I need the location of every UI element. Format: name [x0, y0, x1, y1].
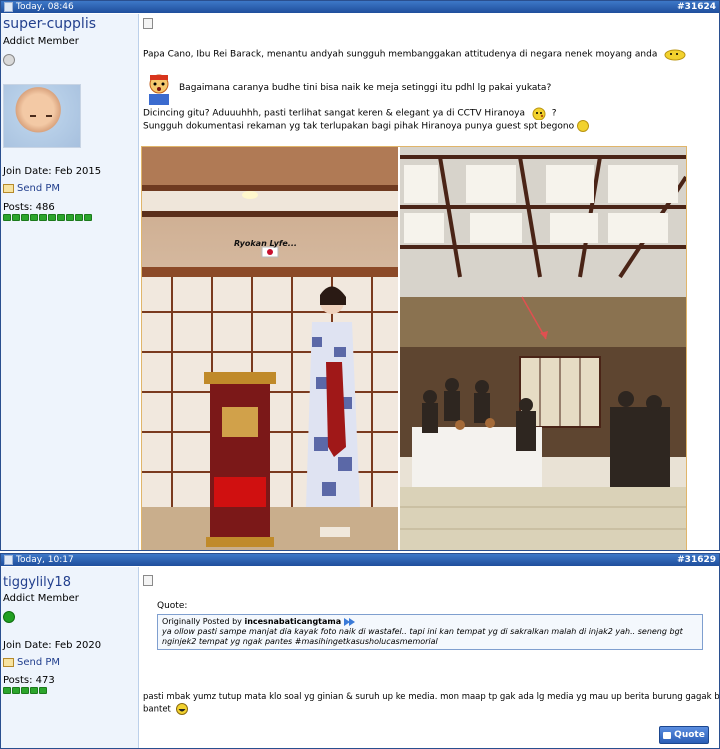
post-line-4: Sungguh dokumentasi rekaman yg tak terlu… [143, 120, 590, 133]
offline-status-icon [3, 54, 15, 66]
post-31624: Today, 08:46 #31624 super-cupplis Addict… [0, 0, 720, 551]
quote-prefix: Originally Posted by [162, 617, 242, 626]
avatar-eye [46, 115, 52, 117]
avatar[interactable] [3, 84, 81, 148]
quote-line-2: nginjek2 tempat yg ngak pantes #masihing… [162, 637, 438, 646]
post-body-line-2-text: bantet [143, 704, 171, 715]
join-date: Join Date: Feb 2020 [3, 640, 102, 651]
post-time-text: Today, 10:17 [16, 555, 74, 565]
user-title: Addict Member [3, 593, 79, 604]
quote-attribution: Originally Posted by incesnabaticangtama [162, 617, 355, 626]
post-icon [143, 18, 153, 29]
pm-icon [3, 184, 14, 193]
post-time: Today, 10:17 [4, 554, 74, 566]
photo-caption: Ryokan Lyfe... [234, 239, 297, 248]
pm-icon [3, 658, 14, 667]
reputation-bar [3, 214, 92, 221]
post-header: Today, 10:17 #31629 [1, 554, 719, 566]
smiley-icon [577, 120, 590, 132]
online-status-icon [3, 611, 15, 623]
send-pm-link[interactable]: Send PM [3, 183, 60, 194]
post-body-line-2: bantet [143, 703, 190, 716]
post-header: Today, 08:46 #31624 [1, 1, 719, 13]
view-post-arrow-icon[interactable] [343, 617, 355, 626]
post-number-link[interactable]: #31629 [677, 554, 716, 566]
quote-author: incesnabaticangtama [244, 617, 342, 626]
username-link[interactable]: tiggylily18 [3, 575, 71, 590]
quote-line-1: ya ollow pasti sampe manjat dia kayak fo… [162, 627, 683, 636]
photo-right-dining-room [400, 147, 686, 550]
smiley-thinking-icon [664, 49, 686, 61]
user-title: Addict Member [3, 36, 79, 47]
post-count: Posts: 486 [3, 202, 55, 213]
post-icon [4, 2, 13, 12]
post-line-1: Papa Cano, Ibu Rei Barack, menantu andya… [143, 47, 687, 61]
photo-collage[interactable]: Ryokan Lyfe... [141, 146, 687, 550]
post-line-2: Bagaimana caranya budhe tini bisa naik k… [179, 83, 552, 93]
avatar-eye [30, 115, 36, 117]
smiley-whistle-icon [532, 107, 546, 121]
quote-button[interactable]: Quote [659, 726, 709, 744]
post-time-text: Today, 08:46 [16, 2, 74, 12]
post-content: Quote: Originally Posted by incesnabatic… [139, 567, 719, 748]
user-sidebar: super-cupplis Addict Member Join Date: F… [1, 14, 139, 550]
quote-icon [663, 731, 672, 739]
post-number-link[interactable]: #31624 [677, 1, 716, 13]
smiley-laugh-icon [175, 703, 188, 715]
reputation-bar [3, 687, 47, 694]
quote-box: Originally Posted by incesnabaticangtama… [157, 614, 703, 650]
post-line-3: Dicincing gitu? Aduuuhhh, pasti terlihat… [143, 106, 557, 121]
quote-label: Quote: [157, 601, 188, 611]
post-time: Today, 08:46 [4, 1, 74, 13]
username-link[interactable]: super-cupplis [3, 16, 96, 32]
photo-left-yukata [142, 147, 398, 550]
post-31629: Today, 10:17 #31629 tiggylily18 Addict M… [0, 553, 720, 749]
post-icon [143, 575, 153, 586]
user-sidebar: tiggylily18 Addict Member Join Date: Feb… [1, 567, 139, 748]
post-content: Papa Cano, Ibu Rei Barack, menantu andya… [139, 14, 719, 550]
surprised-emoji-icon [149, 74, 169, 105]
post-line-4-text: Sungguh dokumentasi rekaman yg tak terlu… [143, 121, 575, 132]
post-count: Posts: 473 [3, 675, 55, 686]
quote-button-label: Quote [674, 730, 705, 740]
send-pm-label: Send PM [17, 183, 61, 194]
join-date: Join Date: Feb 2015 [3, 166, 102, 177]
send-pm-link[interactable]: Send PM [3, 657, 60, 668]
post-icon [4, 555, 13, 565]
post-line-3-text: Dicincing gitu? Aduuuhhh, pasti terlihat… [143, 108, 525, 119]
question-mark: ? [551, 108, 557, 119]
post-body-line-1: pasti mbak yumz tutup mata klo soal yg g… [143, 692, 720, 702]
post-line-1-text: Papa Cano, Ibu Rei Barack, menantu andya… [143, 49, 658, 60]
send-pm-label: Send PM [17, 657, 61, 668]
